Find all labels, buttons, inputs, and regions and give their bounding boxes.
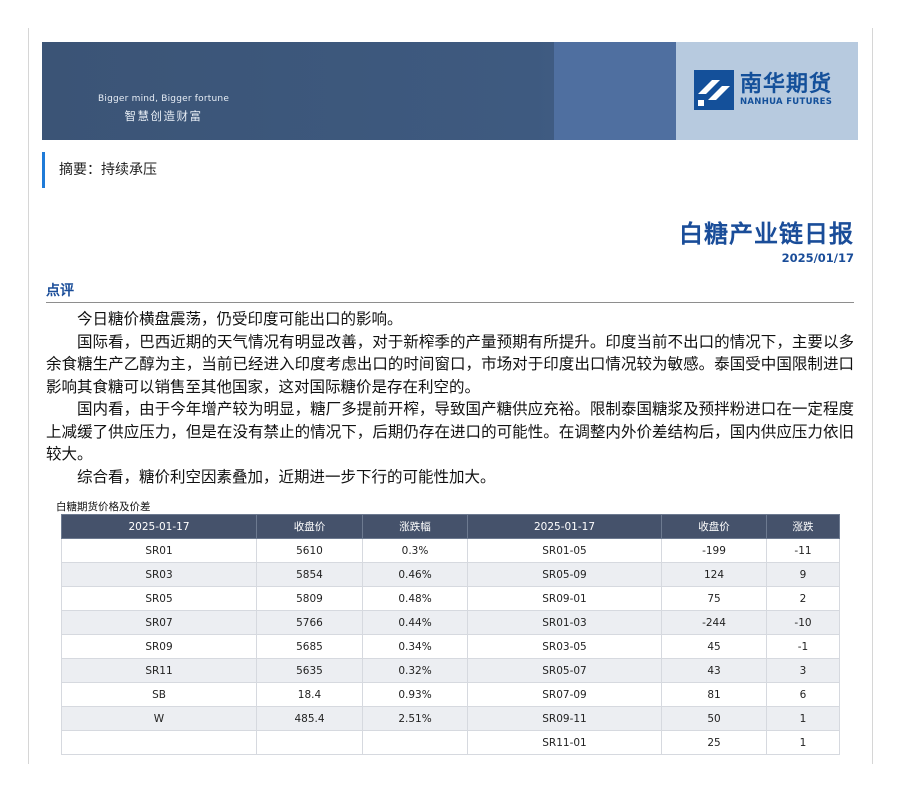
- table-cell: -1: [766, 634, 840, 659]
- commentary-paragraph: 综合看，糖价利空因素叠加，近期进一步下行的可能性加大。: [77, 467, 496, 486]
- table-cell: 124: [661, 562, 767, 587]
- price-spread-table: 2025-01-17 收盘价 涨跌幅 2025-01-17 收盘价 涨跌 SR0…: [61, 514, 840, 755]
- commentary-paragraph: 国际看，巴西近期的天气情况有明显改善，对于新榨季的产量预期有所提升。印度当前不出…: [46, 332, 854, 396]
- brand-name-chinese: 南华期货: [740, 72, 833, 97]
- commentary-paragraph: 今日糖价横盘震荡，仍受印度可能出口的影响。: [77, 310, 403, 328]
- header-banner: Bigger mind, Bigger fortune 智慧创造财富 南华期货 …: [42, 42, 858, 140]
- brand-name-english: NANHUA FUTURES: [740, 97, 833, 107]
- table-row: SR11 5635 0.32% SR05-07 43 3: [61, 658, 840, 683]
- table-row: SR05 5809 0.48% SR09-01 75 2: [61, 586, 840, 611]
- column-header-date: 2025-01-17: [61, 514, 257, 539]
- table-cell: SR07-09: [467, 682, 662, 707]
- table-cell: 5854: [256, 562, 363, 587]
- table-cell: SR11: [61, 658, 257, 683]
- table-cell: 50: [661, 706, 767, 731]
- banner-slogan: Bigger mind, Bigger fortune 智慧创造财富: [98, 94, 229, 124]
- column-header-close: 收盘价: [256, 514, 363, 539]
- nanhua-emblem-icon: [694, 70, 734, 110]
- table-cell: 5635: [256, 658, 363, 683]
- table-header-row: 2025-01-17 收盘价 涨跌幅 2025-01-17 收盘价 涨跌: [61, 514, 840, 539]
- table-cell: SR07: [61, 610, 257, 635]
- table-cell: SR05: [61, 586, 257, 611]
- table-cell: -244: [661, 610, 767, 635]
- table-cell: SR01: [61, 538, 257, 563]
- commentary-paragraph: 国内看，由于今年增产较为明显，糖厂多提前开榨，导致国产糖供应充裕。限制泰国糖浆及…: [46, 400, 854, 463]
- table-cell: -11: [766, 538, 840, 563]
- table-cell: 0.32%: [362, 658, 468, 683]
- table-cell: 75: [661, 586, 767, 611]
- table-cell: 43: [661, 658, 767, 683]
- right-page-border: [872, 28, 873, 764]
- table-cell: SR01-05: [467, 538, 662, 563]
- table-row: SR11-01 25 1: [61, 730, 840, 755]
- slogan-chinese: 智慧创造财富: [124, 109, 203, 123]
- table-cell: 1: [766, 730, 840, 755]
- report-title-block: 白糖产业链日报 2025/01/17: [679, 216, 854, 264]
- table-cell: 3: [766, 658, 840, 683]
- table-row: W 485.4 2.51% SR09-11 50 1: [61, 706, 840, 731]
- table-cell: -199: [661, 538, 767, 563]
- table-cell: SB: [61, 682, 257, 707]
- table-cell: SR05-07: [467, 658, 662, 683]
- table-cell: 81: [661, 682, 767, 707]
- table-cell: 0.3%: [362, 538, 468, 563]
- table-cell: 0.46%: [362, 562, 468, 587]
- table-cell: 5610: [256, 538, 363, 563]
- table-cell: 9: [766, 562, 840, 587]
- table-cell: SR01-03: [467, 610, 662, 635]
- table-cell: [362, 730, 468, 755]
- banner-accent-block: [554, 42, 676, 140]
- table-cell: 25: [661, 730, 767, 755]
- table-cell: SR05-09: [467, 562, 662, 587]
- commentary-body: 今日糖价横盘震荡，仍受印度可能出口的影响。 国际看，巴西近期的天气情况有明显改善…: [46, 308, 854, 488]
- table-caption: 白糖期货价格及价差: [56, 501, 151, 513]
- table-cell: SR11-01: [467, 730, 662, 755]
- table-cell: [256, 730, 363, 755]
- left-page-border: [28, 28, 29, 764]
- report-title: 白糖产业链日报: [679, 220, 854, 248]
- table-cell: 1: [766, 706, 840, 731]
- table-cell: 0.44%: [362, 610, 468, 635]
- table-cell: SR09-01: [467, 586, 662, 611]
- table-cell: 2: [766, 586, 840, 611]
- table-row: SR07 5766 0.44% SR01-03 -244 -10: [61, 610, 840, 635]
- column-header-spread-change: 涨跌: [766, 514, 840, 539]
- table-cell: SR09-11: [467, 706, 662, 731]
- table-row: SB 18.4 0.93% SR07-09 81 6: [61, 682, 840, 707]
- table-row: SR01 5610 0.3% SR01-05 -199 -11: [61, 538, 840, 563]
- column-header-spread-date: 2025-01-17: [467, 514, 662, 539]
- table-row: SR09 5685 0.34% SR03-05 45 -1: [61, 634, 840, 659]
- table-cell: 6: [766, 682, 840, 707]
- table-cell: SR09: [61, 634, 257, 659]
- table-cell: [61, 730, 257, 755]
- table-cell: 0.34%: [362, 634, 468, 659]
- table-cell: SR03: [61, 562, 257, 587]
- report-date: 2025/01/17: [781, 251, 854, 265]
- table-cell: 5766: [256, 610, 363, 635]
- table-cell: 45: [661, 634, 767, 659]
- summary-line: 摘要：持续承压: [42, 152, 157, 188]
- table-cell: 2.51%: [362, 706, 468, 731]
- table-cell: 5685: [256, 634, 363, 659]
- column-header-change-pct: 涨跌幅: [362, 514, 468, 539]
- table-cell: 18.4: [256, 682, 363, 707]
- table-cell: 0.48%: [362, 586, 468, 611]
- table-cell: -10: [766, 610, 840, 635]
- slogan-english: Bigger mind, Bigger fortune: [98, 94, 230, 104]
- nanhua-logo: 南华期货 NANHUA FUTURES: [694, 70, 832, 110]
- table-row: SR03 5854 0.46% SR05-09 124 9: [61, 562, 840, 587]
- table-cell: 0.93%: [362, 682, 468, 707]
- table-cell: W: [61, 706, 257, 731]
- column-header-spread-close: 收盘价: [661, 514, 767, 539]
- section-heading: 点评: [46, 280, 854, 303]
- table-cell: SR03-05: [467, 634, 662, 659]
- table-cell: 5809: [256, 586, 363, 611]
- table-cell: 485.4: [256, 706, 363, 731]
